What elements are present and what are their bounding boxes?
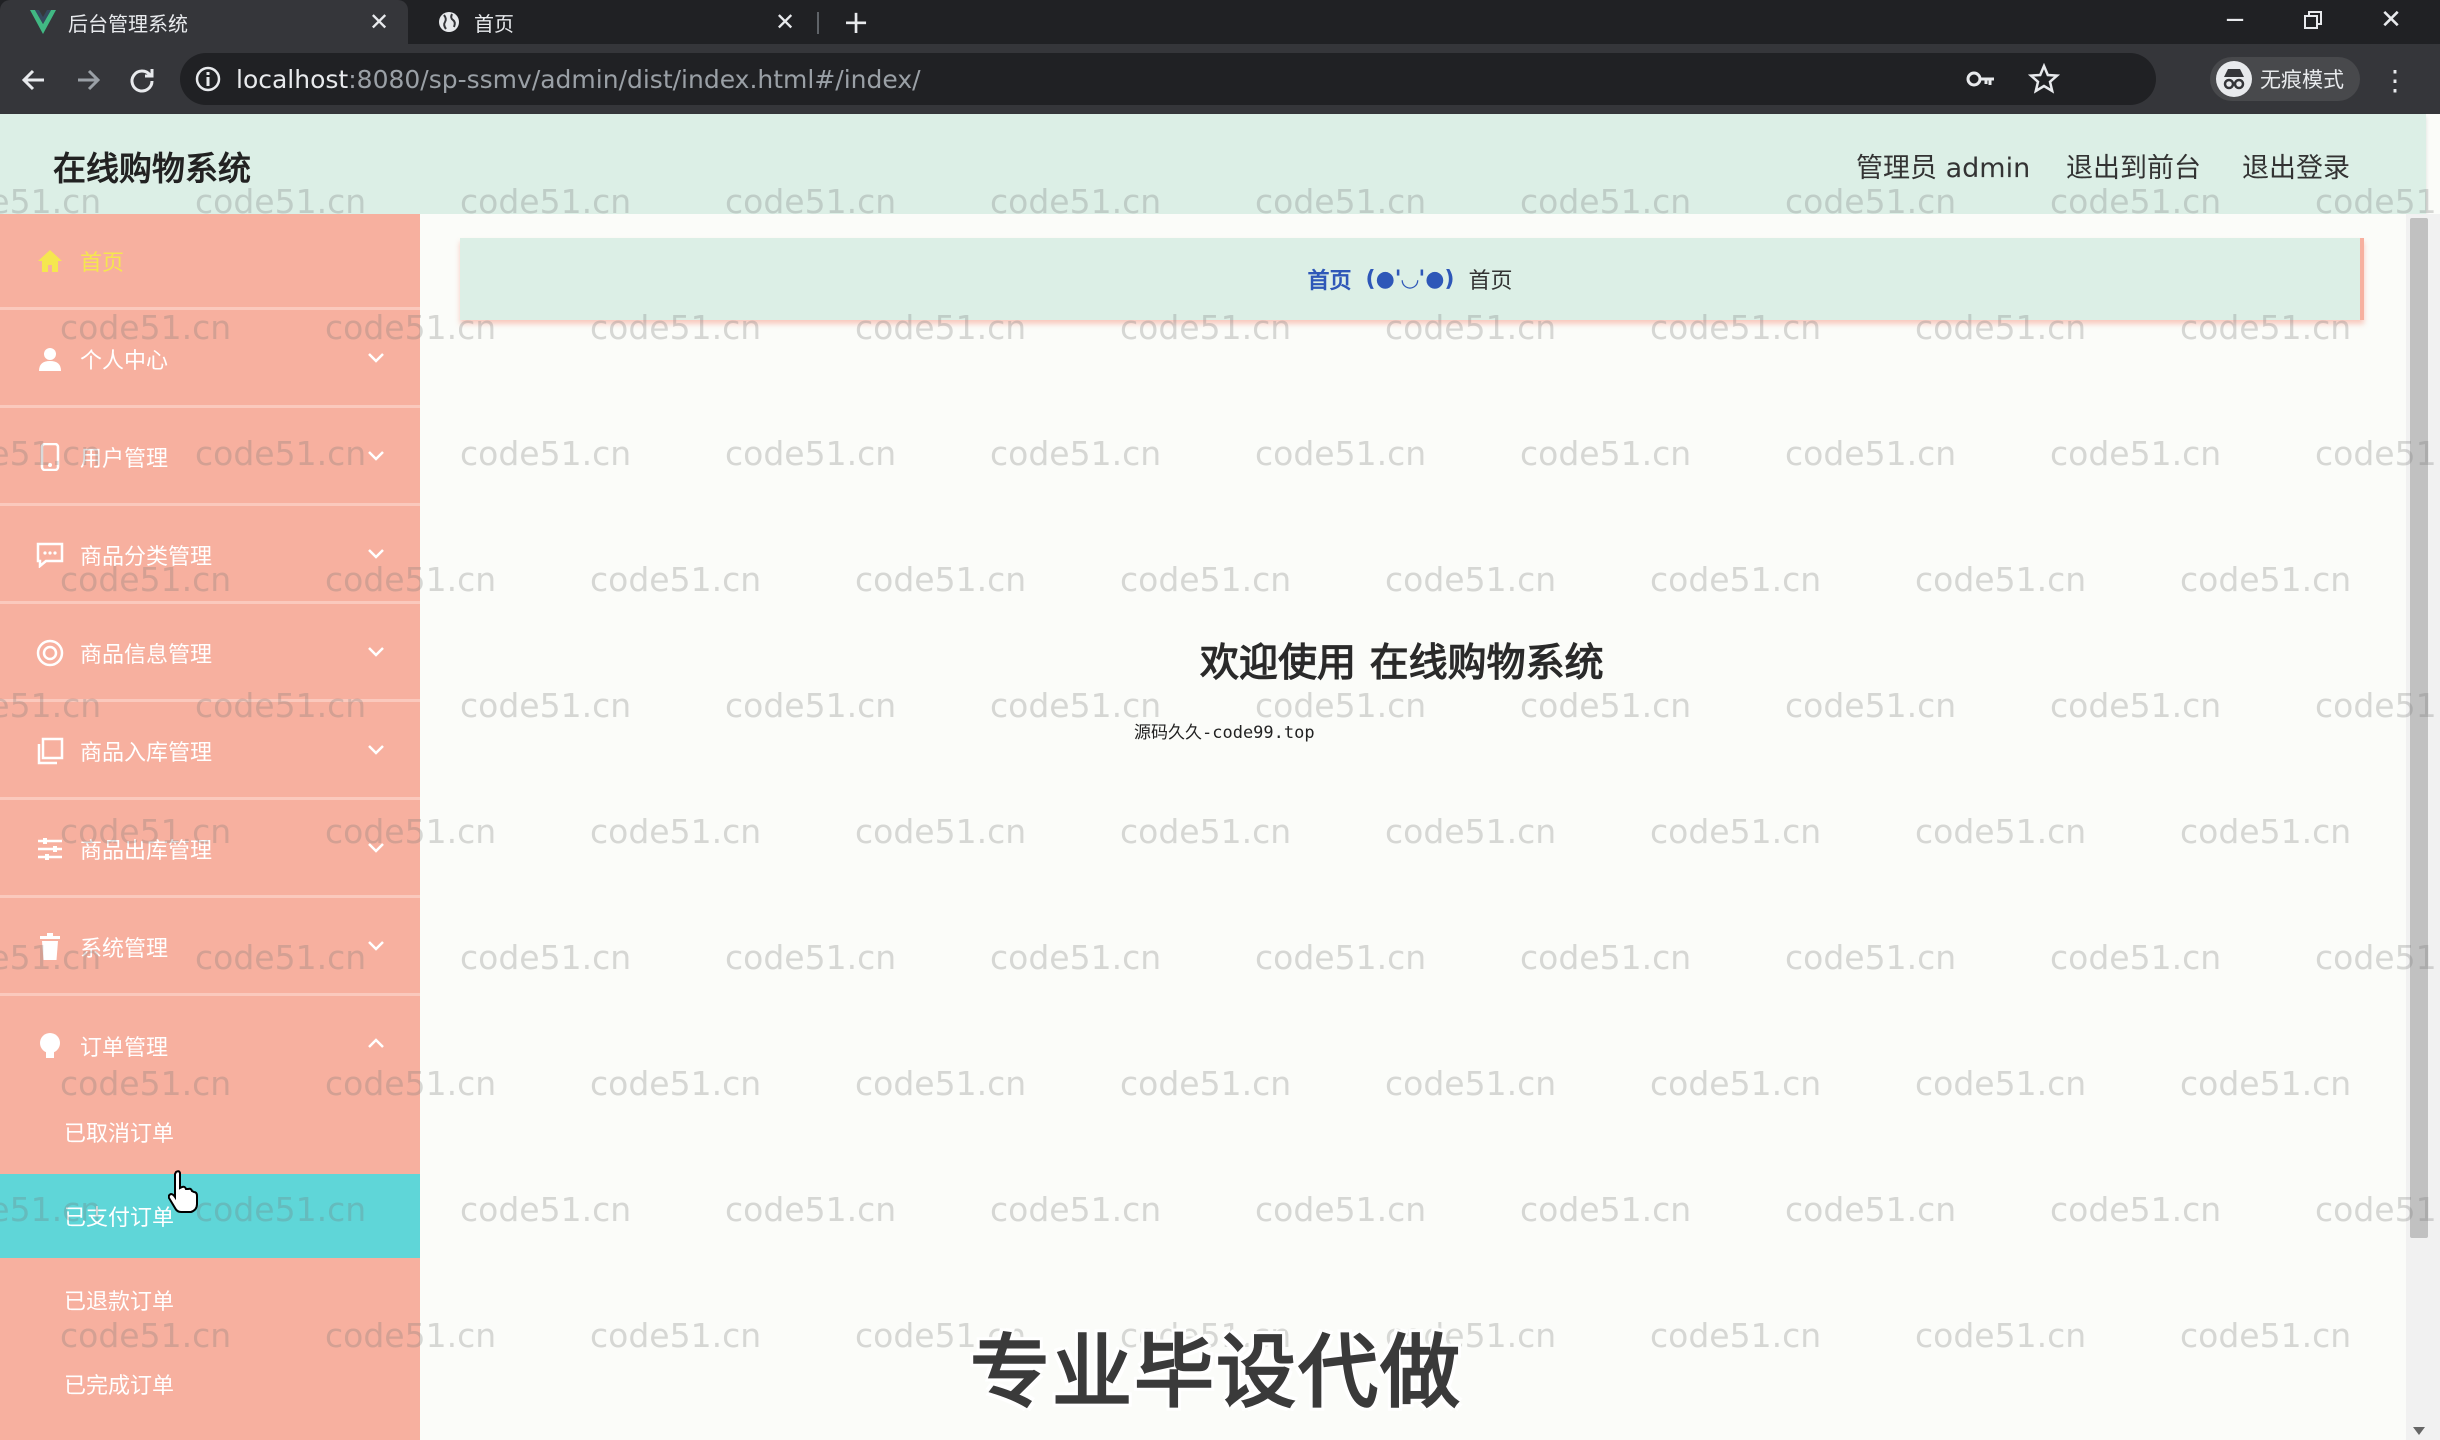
new-tab-button[interactable]: + bbox=[838, 3, 874, 41]
home-icon bbox=[36, 247, 64, 275]
info-icon[interactable] bbox=[194, 65, 222, 93]
sidebar: 首页 个人中心 用户管理 商品分类管理 商品信息管理 商品入库管理 商品出库管理… bbox=[0, 214, 420, 1440]
back-button[interactable] bbox=[14, 60, 54, 100]
sidebar-item-personal-center[interactable]: 个人中心 bbox=[0, 312, 420, 408]
chevron-down-icon bbox=[366, 740, 386, 760]
sidebar-item-stock-out[interactable]: 商品出库管理 bbox=[0, 802, 420, 898]
welcome-title: 欢迎使用 在线购物系统 bbox=[1200, 641, 1604, 686]
sidebar-item-label: 用户管理 bbox=[80, 446, 169, 472]
submenu-item-paid-orders[interactable]: 已支付订单 bbox=[0, 1174, 420, 1258]
admin-user-label: 管理员 admin bbox=[1856, 153, 2031, 184]
sidebar-item-order-management[interactable]: 订单管理 bbox=[0, 998, 420, 1094]
address-bar[interactable]: localhost:8080/sp-ssmv/admin/dist/index.… bbox=[180, 53, 2156, 105]
globe-icon bbox=[434, 7, 464, 37]
chevron-up-icon bbox=[366, 1034, 386, 1054]
sidebar-item-system-management[interactable]: 系统管理 bbox=[0, 900, 420, 996]
bulb-icon bbox=[36, 1032, 64, 1060]
forward-button[interactable] bbox=[68, 60, 108, 100]
sidebar-item-label: 商品信息管理 bbox=[80, 642, 213, 668]
incognito-label: 无痕模式 bbox=[2260, 68, 2344, 92]
trash-icon bbox=[36, 932, 64, 961]
sidebar-item-label: 个人中心 bbox=[80, 348, 169, 374]
breadcrumb: 首页 (●'◡'●) 首页 bbox=[460, 238, 2364, 320]
sidebar-item-user-management[interactable]: 用户管理 bbox=[0, 410, 420, 506]
chevron-down-icon bbox=[366, 642, 386, 662]
vue-logo-icon bbox=[28, 7, 58, 37]
tab-title: 首页 bbox=[474, 11, 514, 36]
submenu-item-label: 已退款订单 bbox=[64, 1290, 175, 1315]
chevron-down-icon bbox=[366, 446, 386, 466]
tab-title: 后台管理系统 bbox=[68, 11, 188, 36]
incognito-badge[interactable]: 无痕模式 bbox=[2210, 57, 2360, 101]
sidebar-item-label: 商品出库管理 bbox=[80, 838, 213, 864]
sidebar-item-category-management[interactable]: 商品分类管理 bbox=[0, 508, 420, 604]
submenu-item-cancelled-orders[interactable]: 已取消订单 bbox=[0, 1090, 420, 1174]
url-host: localhost bbox=[236, 65, 349, 94]
close-icon[interactable]: ✕ bbox=[364, 7, 394, 37]
promo-overlay-text: 专业毕设代做 bbox=[970, 1326, 1462, 1419]
hand-cursor-icon bbox=[167, 1170, 198, 1214]
submenu-item-refunded-orders[interactable]: 已退款订单 bbox=[0, 1258, 420, 1342]
source-note: 源码久久-code99.top bbox=[1134, 723, 1315, 743]
sidebar-item-label: 商品分类管理 bbox=[80, 544, 213, 570]
target-icon bbox=[36, 639, 64, 667]
star-icon[interactable] bbox=[2027, 62, 2061, 95]
tab-separator bbox=[817, 12, 819, 34]
submenu-item-label: 已完成订单 bbox=[64, 1374, 175, 1399]
main-content bbox=[420, 214, 2426, 1440]
chevron-down-icon bbox=[366, 348, 386, 368]
url-path: :8080/sp-ssmv/admin/dist/index.html#/ind… bbox=[348, 65, 921, 94]
minimize-button[interactable]: − bbox=[2200, 0, 2270, 40]
url-text[interactable]: localhost:8080/sp-ssmv/admin/dist/index.… bbox=[236, 65, 921, 94]
chat-icon bbox=[36, 541, 64, 569]
submenu-item-label: 已支付订单 bbox=[64, 1206, 175, 1231]
incognito-icon bbox=[2216, 61, 2252, 97]
app-header: 在线购物系统 管理员 admin 退出到前台 退出登录 bbox=[0, 114, 2426, 214]
sidebar-item-label: 订单管理 bbox=[80, 1036, 169, 1061]
scroll-down-arrow-icon[interactable] bbox=[2412, 1422, 2426, 1435]
sidebar-item-stock-in[interactable]: 商品入库管理 bbox=[0, 704, 420, 800]
breadcrumb-separator: (●'◡'●) bbox=[1365, 266, 1455, 292]
chevron-down-icon bbox=[366, 544, 386, 564]
close-icon[interactable]: ✕ bbox=[770, 7, 800, 37]
submenu-item-label: 已取消订单 bbox=[64, 1122, 175, 1147]
sidebar-item-label: 首页 bbox=[80, 250, 125, 276]
browser-toolbar: localhost:8080/sp-ssmv/admin/dist/index.… bbox=[0, 44, 2440, 114]
breadcrumb-current: 首页 bbox=[1468, 269, 1513, 294]
sidebar-item-label: 商品入库管理 bbox=[80, 740, 213, 766]
copy-icon bbox=[36, 737, 64, 765]
more-menu-icon[interactable]: ⋮ bbox=[2380, 62, 2410, 98]
sidebar-item-label: 系统管理 bbox=[80, 936, 169, 962]
chevron-down-icon bbox=[366, 838, 386, 858]
user-icon bbox=[36, 345, 64, 373]
scrollbar-thumb[interactable] bbox=[2410, 218, 2428, 1238]
phone-icon bbox=[36, 442, 64, 471]
sidebar-item-home[interactable]: 首页 bbox=[0, 214, 420, 310]
submenu-item-completed-orders[interactable]: 已完成订单 bbox=[0, 1342, 420, 1426]
browser-tabbar: 后台管理系统 ✕ 首页 ✕ + − ✕ bbox=[0, 0, 2440, 44]
logout-link[interactable]: 退出登录 bbox=[2242, 146, 2350, 185]
exit-to-front-link[interactable]: 退出到前台 bbox=[2066, 146, 2201, 185]
sidebar-item-product-info[interactable]: 商品信息管理 bbox=[0, 606, 420, 702]
tab-admin[interactable]: 后台管理系统 ✕ bbox=[0, 0, 408, 44]
key-icon[interactable] bbox=[1966, 65, 1996, 93]
app-title: 在线购物系统 bbox=[53, 149, 251, 188]
window-close-button[interactable]: ✕ bbox=[2356, 0, 2426, 40]
tab-home[interactable]: 首页 ✕ bbox=[418, 0, 814, 44]
breadcrumb-home-link[interactable]: 首页 bbox=[1308, 263, 1352, 295]
sliders-icon bbox=[36, 835, 64, 863]
reload-button[interactable] bbox=[122, 60, 162, 100]
chevron-down-icon bbox=[366, 936, 386, 956]
restore-button[interactable] bbox=[2278, 0, 2348, 40]
page-scrollbar[interactable] bbox=[2406, 214, 2440, 1440]
